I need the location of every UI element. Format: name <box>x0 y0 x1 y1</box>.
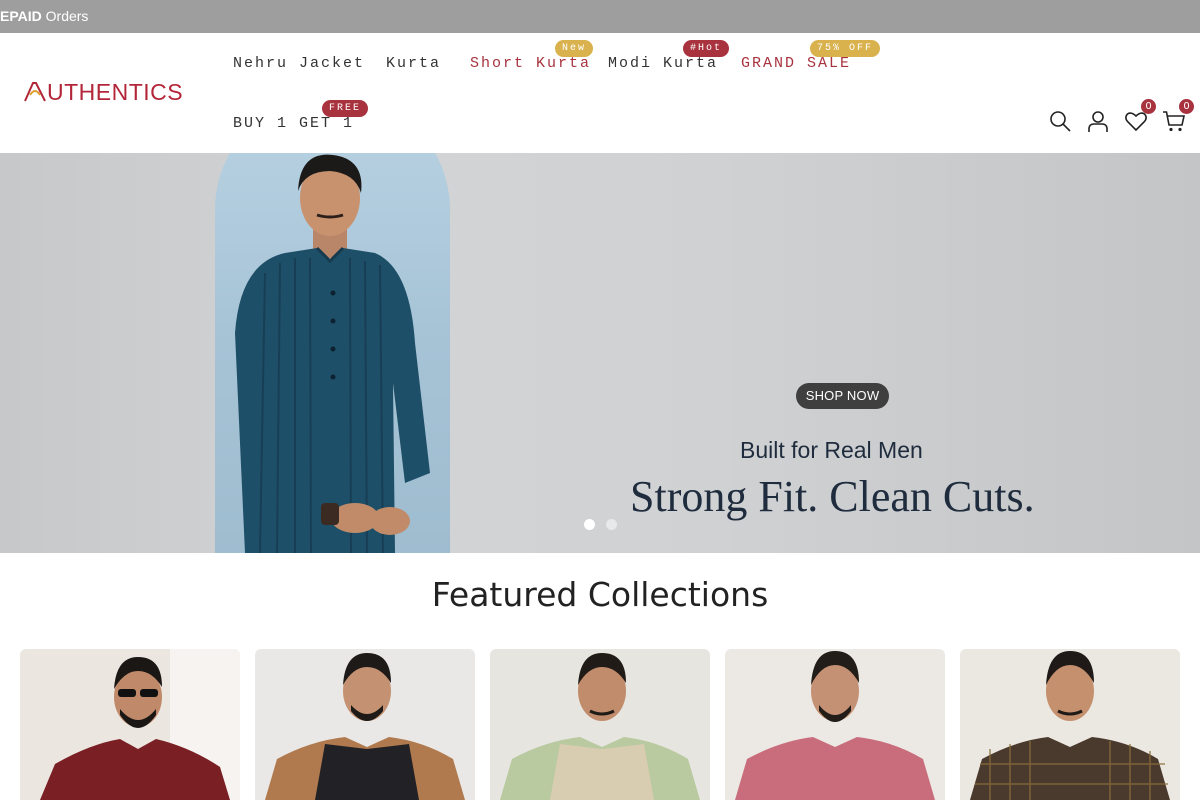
collection-card-4[interactable] <box>725 649 945 800</box>
nav-grand-sale[interactable]: GRAND SALE <box>741 55 851 72</box>
announcement-bar: EPAID Orders <box>0 0 1200 33</box>
slider-dot-2[interactable] <box>605 519 617 530</box>
featured-collections-title: Featured Collections <box>431 575 769 614</box>
hero-subtitle: Built for Real Men <box>740 437 923 463</box>
site-header: UTHENTICS Nehru Jacket Kurta Short Kurta… <box>0 33 1200 153</box>
search-icon[interactable] <box>1048 109 1072 133</box>
logo-text: UTHENTICS <box>47 78 184 105</box>
cart-icon[interactable]: 0 <box>1162 99 1194 133</box>
nav-kurta[interactable]: Kurta <box>386 55 441 72</box>
collection-card-2[interactable] <box>255 649 475 800</box>
cart-count: 0 <box>1179 99 1194 114</box>
collection-card-5[interactable] <box>960 649 1180 800</box>
wishlist-count: 0 <box>1141 99 1156 114</box>
account-icon[interactable] <box>1086 109 1110 133</box>
hero-title: Strong Fit. Clean Cuts. <box>630 472 1035 521</box>
badge-new: New <box>555 40 594 57</box>
nav-short-kurta[interactable]: Short Kurta <box>470 55 591 72</box>
logo-a-mark <box>24 81 46 103</box>
nav-modi-kurta[interactable]: Modi Kurta <box>608 55 718 72</box>
collection-cards <box>20 649 1180 800</box>
hero-model-image <box>235 154 430 553</box>
badge-free: FREE <box>322 100 369 117</box>
hero-slider[interactable]: Built for Real Men Strong Fit. Clean Cut… <box>0 153 1200 553</box>
wishlist-heart-icon[interactable]: 0 <box>1124 99 1156 133</box>
collection-card-1[interactable] <box>20 649 240 800</box>
brand-logo[interactable]: UTHENTICS <box>24 79 183 105</box>
slider-dots <box>0 519 1200 530</box>
slider-dot-1[interactable] <box>583 519 595 530</box>
announcement-text: Orders <box>41 8 89 24</box>
nav-nehru-jacket[interactable]: Nehru Jacket <box>233 55 365 72</box>
nav-buy1get1[interactable]: BUY 1 GET 1 <box>233 115 354 132</box>
header-icons: 0 0 <box>1034 99 1194 133</box>
badge-hot: #Hot <box>683 40 730 57</box>
shop-now-button[interactable]: SHOP NOW <box>796 383 889 409</box>
announcement-bold: EPAID <box>0 8 42 24</box>
collection-card-3[interactable] <box>490 649 710 800</box>
badge-75-off: 75% OFF <box>810 40 881 57</box>
